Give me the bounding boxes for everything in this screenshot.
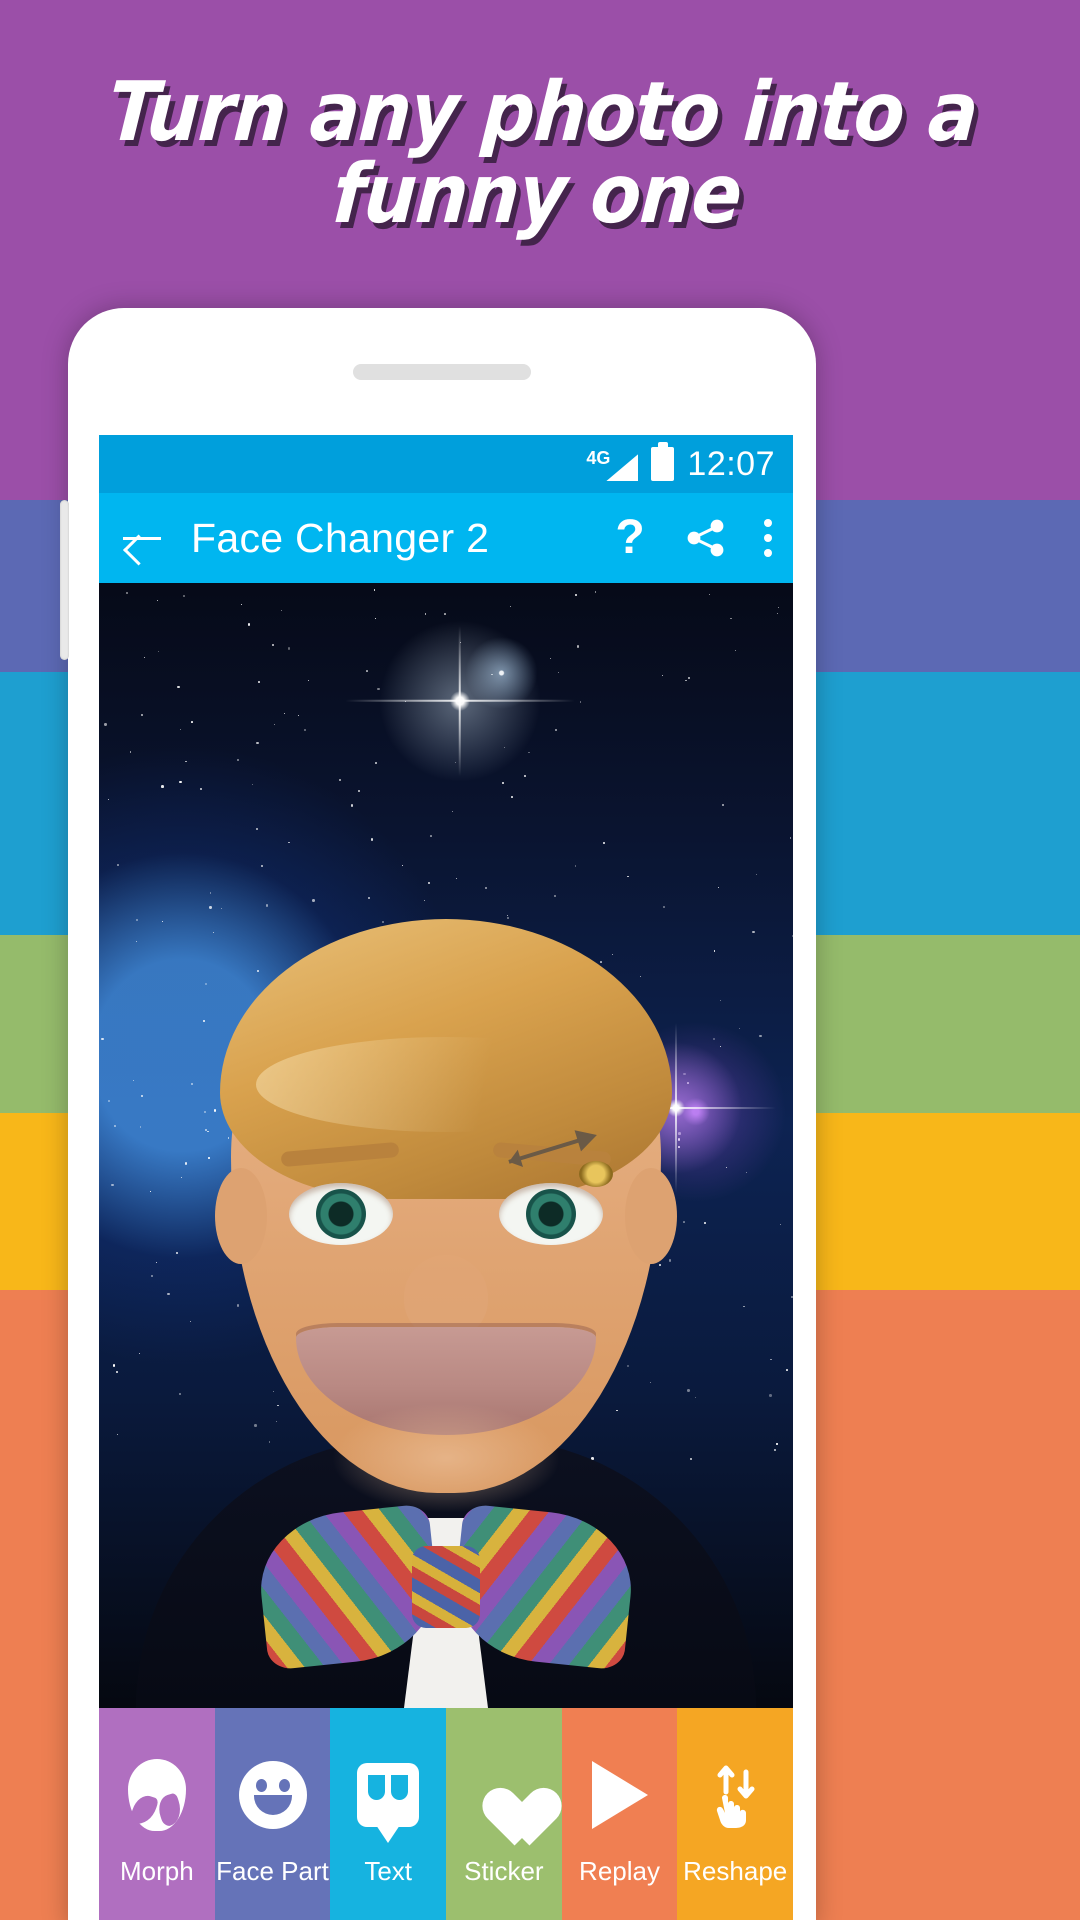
overflow-dot (764, 549, 772, 557)
chin-highlight (331, 1403, 561, 1513)
signal-icon: 4G (586, 447, 639, 481)
tab-label-face-part: Face Part (216, 1855, 329, 1886)
tab-label-reshape: Reshape (683, 1855, 788, 1886)
back-arrow-icon[interactable] (119, 515, 165, 561)
tab-replay[interactable]: Replay (561, 1708, 678, 1920)
overflow-dot (764, 534, 772, 542)
overflow-dot (764, 519, 772, 527)
tab-face-part[interactable]: Face Part (214, 1708, 331, 1920)
app-bar-actions: ? (609, 514, 775, 562)
network-type-label: 4G (586, 448, 611, 468)
iris-left (316, 1189, 366, 1239)
tab-reshape[interactable]: Reshape (677, 1708, 793, 1920)
battery-full-icon (651, 447, 675, 481)
bowtie-knot (412, 1546, 480, 1628)
app-title: Face Changer 2 (191, 514, 490, 561)
smiley-face-icon (238, 1760, 307, 1830)
tab-text[interactable]: Text (330, 1708, 447, 1920)
tab-sticker[interactable]: Sticker (446, 1708, 562, 1920)
headline-line-2: funny one (330, 147, 745, 242)
signal-triangle-icon (606, 454, 639, 481)
overflow-menu-icon[interactable] (761, 515, 775, 561)
quote-bubble-icon (357, 1760, 420, 1830)
iris-right (526, 1189, 576, 1239)
face-shape (215, 919, 677, 1513)
tab-label-morph: Morph (119, 1855, 194, 1886)
caricature-figure (136, 708, 756, 1708)
photo-canvas[interactable] (99, 583, 793, 1708)
tab-label-text: Text (364, 1855, 413, 1886)
bowtie-sticker (253, 1503, 639, 1671)
app-bar: Face Changer 2 ? (99, 493, 793, 583)
phone-mockup: 4G 12:07 Face Changer 2 ? Morph Face Par… (68, 308, 816, 1920)
phone-speaker-grill (353, 364, 531, 380)
ear-right (625, 1168, 677, 1264)
heart-icon (469, 1760, 539, 1830)
promo-headline: Turn any photo into a funny one (0, 65, 1080, 242)
ear-left (215, 1168, 267, 1264)
tab-morph[interactable]: Morph (99, 1708, 215, 1920)
tab-label-sticker: Sticker (464, 1855, 544, 1886)
tab-label-replay: Replay (579, 1855, 660, 1886)
reshape-hand-icon (702, 1760, 768, 1830)
status-bar: 4G 12:07 (99, 435, 793, 493)
eye-left (289, 1183, 393, 1245)
bee-sticker (579, 1161, 613, 1187)
phone-side-button (60, 500, 69, 660)
alien-head-icon (127, 1758, 186, 1831)
play-icon (591, 1760, 648, 1830)
phone-screen: 4G 12:07 Face Changer 2 ? Morph Face Par… (99, 435, 793, 1920)
headline-line-1: Turn any photo into a (105, 65, 981, 160)
help-icon[interactable]: ? (609, 514, 651, 562)
share-icon[interactable] (685, 515, 727, 561)
eye-right (499, 1183, 603, 1245)
bottom-toolbar: Morph Face Part Text Sticker Replay Resh… (99, 1708, 793, 1920)
status-bar-clock: 12:07 (687, 444, 775, 483)
